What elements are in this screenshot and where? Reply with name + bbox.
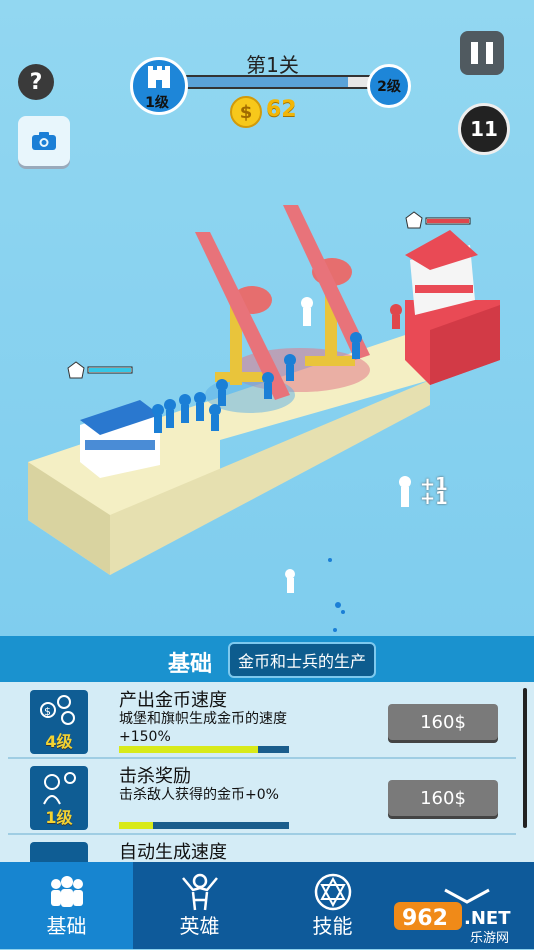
panel-title: 基础 [168, 652, 213, 677]
coin-icon: $ [230, 96, 262, 128]
svg-text:$: $ [44, 705, 51, 718]
upgrade-name: 击杀奖励 [119, 766, 191, 787]
upgrade-desc: 击杀敌人获得的金币+0% [119, 787, 279, 803]
panel-scrollbar[interactable] [523, 688, 527, 828]
upgrade-name: 产出金币速度 [119, 690, 227, 711]
upgrade-name: 自动生成速度 [119, 842, 227, 863]
help-button[interactable]: ? [18, 64, 54, 100]
pause-button[interactable] [460, 31, 504, 75]
star-icon [314, 873, 351, 911]
camera-icon [32, 132, 56, 150]
tab-label: 基础 [46, 914, 87, 938]
row-divider [8, 833, 516, 835]
watermark-logo: 962 .NET 乐游网 [392, 900, 532, 946]
upgrade-progress-bar [119, 822, 289, 829]
battlefield [28, 205, 500, 632]
level-to-badge: 2级 [367, 64, 411, 108]
help-label: ? [29, 69, 43, 95]
upgrade-row: $ 4级 产出金币速度 城堡和旗帜生成金币的速度+150% 160$ [8, 684, 516, 756]
pause-icon-bar [486, 42, 493, 64]
level-title: 第1关 [246, 53, 299, 77]
upgrade-level: 1级 [45, 808, 73, 827]
tab-basic[interactable]: 基础 [0, 862, 133, 949]
tab-skill[interactable]: 技能 [266, 862, 399, 949]
level-from-label: 1级 [145, 95, 169, 111]
upgrade-desc: 城堡和旗帜生成金币的速度+150% [119, 711, 287, 745]
row-divider [8, 757, 516, 759]
watermark-sub: 乐游网 [470, 931, 509, 946]
panel-header: 基础 金币和士兵的生产 [0, 636, 534, 682]
crowd-icon [50, 876, 83, 907]
watermark-domain: .NET [464, 908, 511, 929]
buy-upgrade-button[interactable]: 160$ [388, 704, 498, 740]
upgrade-level: 4级 [45, 732, 73, 751]
coin-count: 62 [266, 97, 297, 122]
tab-label: 技能 [312, 914, 353, 938]
buy-upgrade-button[interactable]: 160$ [388, 780, 498, 816]
timer-value: 11 [470, 117, 498, 141]
level-to-label: 2级 [377, 79, 401, 95]
floating-bonus: +1 +1 [420, 476, 448, 509]
upgrade-panel: 基础 金币和士兵的生产 $ 4级 产出金币速度 城堡和旗帜生成金币的速度+150… [0, 636, 534, 868]
upgrade-row: 1级 击杀奖励 击杀敌人获得的金币+0% 160$ [8, 760, 516, 832]
floating-bonus-2: +1 [420, 488, 448, 509]
tab-label: 英雄 [179, 914, 220, 938]
camera-button[interactable] [18, 116, 70, 166]
upgrade-progress-bar [119, 746, 289, 753]
timer-badge: 11 [458, 103, 510, 155]
game-scene[interactable]: ? 第1关 1级 2级 $ 62 11 +1 +1 [0, 0, 534, 636]
coin-symbol: $ [239, 101, 253, 123]
upgrade-progress-fill [119, 822, 153, 829]
hero-icon [181, 873, 218, 911]
pause-icon [471, 42, 478, 64]
upgrade-progress-fill [119, 746, 259, 753]
watermark-brand: 962 [402, 906, 448, 931]
panel-subtitle: 金币和士兵的生产 [228, 642, 377, 678]
tab-hero[interactable]: 英雄 [133, 862, 266, 949]
